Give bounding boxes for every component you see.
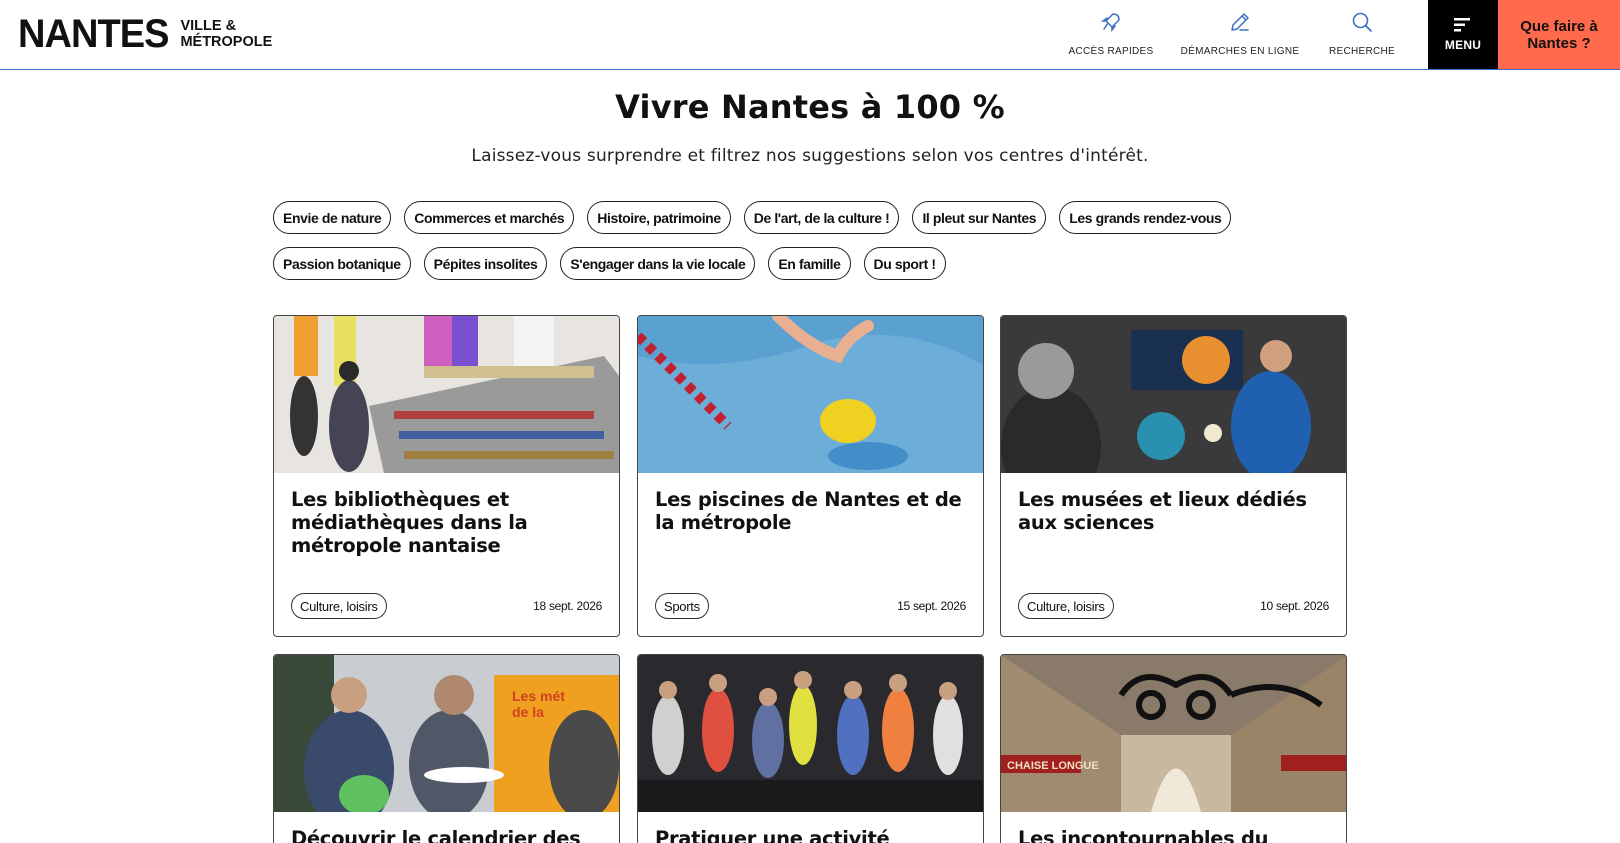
logo-sub-line-1: VILLE & [180, 18, 237, 34]
library-photo [274, 316, 619, 473]
search-icon [1352, 12, 1372, 32]
logo-wordmark: NANTES [18, 12, 169, 56]
dance-class-photo [638, 655, 983, 812]
what-to-do-button[interactable]: Que faire à Nantes ? [1498, 0, 1620, 69]
online-procedures-button[interactable]: DÉMARCHES EN LIGNE [1181, 0, 1299, 69]
card-swimming-pools[interactable]: Les piscines de Nantes et de la métropol… [637, 315, 984, 637]
filter-chip-sport[interactable]: Du sport ! [863, 247, 946, 280]
passage-pommeraye-photo: CHAISE LONGUE [1001, 655, 1346, 812]
filter-chips: Envie de nature Commerces et marchés His… [273, 201, 1353, 280]
svg-text:CHAISE LONGUE: CHAISE LONGUE [1007, 760, 1099, 772]
online-procedures-label: DÉMARCHES EN LIGNE [1180, 46, 1300, 57]
card-libraries[interactable]: Les bibliothèques et médiathèques dans l… [273, 315, 620, 637]
job-fair-photo: Les mét de la [274, 655, 619, 812]
site-header: NANTES VILLE & MÉTROPOLE ACCÈS RAPIDES D… [0, 0, 1620, 70]
card-date: 10 sept. 2026 [1260, 599, 1329, 613]
filter-chip-art-culture[interactable]: De l'art, de la culture ! [743, 201, 900, 234]
site-logo[interactable]: NANTES VILLE & MÉTROPOLE [18, 14, 272, 54]
quick-access-button[interactable]: ACCÈS RAPIDES [1068, 0, 1154, 69]
card-activity[interactable]: Pratiquer une activité [637, 654, 984, 843]
page-subtitle: Laissez-vous surprendre et filtrez nos s… [471, 146, 1149, 166]
card-title: Découvrir le calendrier des [291, 827, 581, 843]
menu-icon [1454, 17, 1470, 31]
logo-subtitle: VILLE & MÉTROPOLE [180, 18, 272, 50]
card-calendar[interactable]: Les mét de la Découvrir le calendrier de… [273, 654, 620, 843]
logo-sub-line-2: MÉTROPOLE [180, 34, 273, 50]
svg-text:de la: de la [512, 704, 544, 720]
filter-chip-pluie[interactable]: Il pleut sur Nantes [912, 201, 1047, 234]
swimmer-photo [638, 316, 983, 473]
svg-text:Les mét: Les mét [512, 688, 565, 704]
card-date: 15 sept. 2026 [897, 599, 966, 613]
filter-chip-nature[interactable]: Envie de nature [273, 201, 392, 234]
rocket-icon [1100, 13, 1120, 33]
pencil-icon [1231, 13, 1249, 31]
card-must-sees[interactable]: CHAISE LONGUE Les incontournables du [1000, 654, 1347, 843]
card-title: Pratiquer une activité [655, 827, 890, 843]
science-museum-photo [1001, 316, 1346, 473]
category-tag[interactable]: Culture, loisirs [291, 593, 387, 619]
search-button[interactable]: RECHERCHE [1322, 0, 1402, 69]
filter-chip-famille[interactable]: En famille [768, 247, 851, 280]
filter-chip-pepites[interactable]: Pépites insolites [423, 247, 548, 280]
quick-access-label: ACCÈS RAPIDES [1068, 46, 1154, 57]
card-title: Les musées et lieux dédiés aux sciences [1018, 488, 1307, 534]
card-title: Les bibliothèques et médiathèques dans l… [291, 488, 528, 557]
filter-chip-botanique[interactable]: Passion botanique [273, 247, 411, 280]
filter-chip-engager[interactable]: S'engager dans la vie locale [560, 247, 756, 280]
filter-chip-commerces[interactable]: Commerces et marchés [404, 201, 575, 234]
card-science-museums[interactable]: Les musées et lieux dédiés aux sciences … [1000, 315, 1347, 637]
card-date: 18 sept. 2026 [533, 599, 602, 613]
menu-button[interactable]: MENU [1428, 0, 1498, 69]
page-title: Vivre Nantes à 100 % [615, 88, 1005, 126]
card-title: Les piscines de Nantes et de la métropol… [655, 488, 962, 534]
search-label: RECHERCHE [1328, 46, 1396, 57]
card-title: Les incontournables du [1018, 827, 1269, 843]
menu-label: MENU [1444, 37, 1482, 52]
category-tag[interactable]: Culture, loisirs [1018, 593, 1114, 619]
filter-chip-histoire[interactable]: Histoire, patrimoine [587, 201, 731, 234]
category-tag[interactable]: Sports [655, 593, 709, 619]
filter-chip-rendez-vous[interactable]: Les grands rendez-vous [1059, 201, 1232, 234]
